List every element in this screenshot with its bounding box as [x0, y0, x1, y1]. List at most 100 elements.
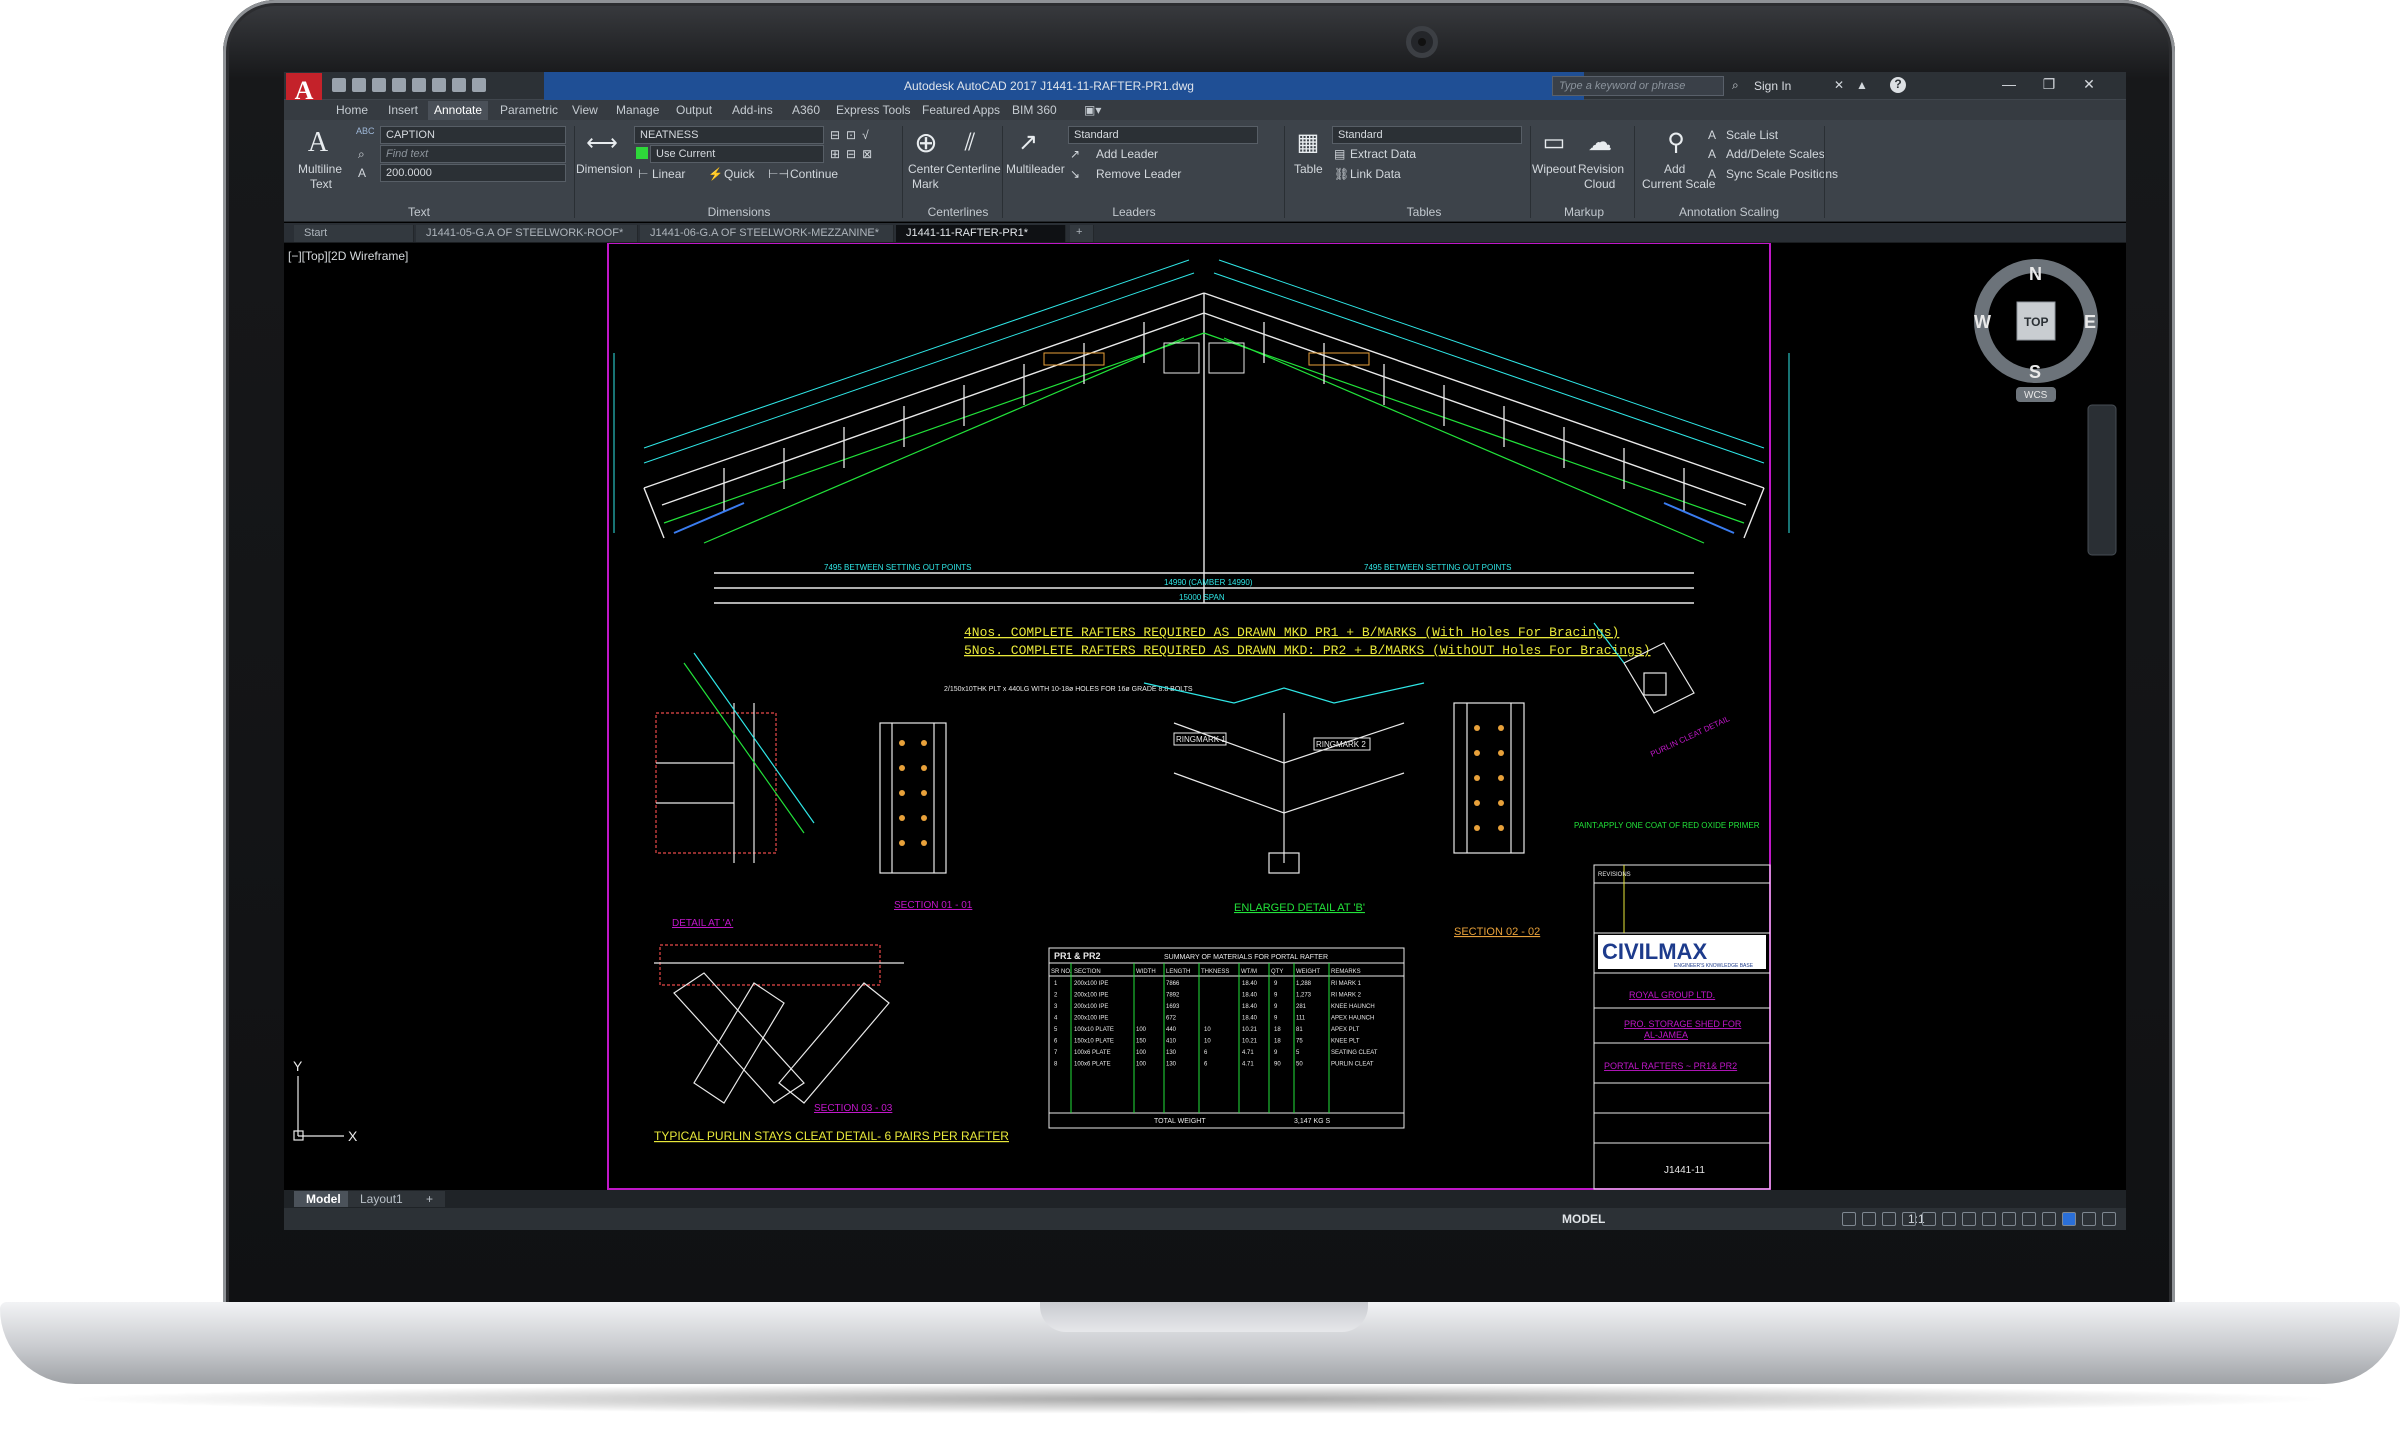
add-delete-scales-button[interactable]: Add/Delete Scales: [1726, 147, 1825, 161]
revision-cloud-label-2[interactable]: Cloud: [1584, 177, 1615, 191]
centerline-icon[interactable]: ⫽: [952, 126, 988, 160]
autodesk-app-icon[interactable]: ▲: [1856, 78, 1868, 92]
wipeout-icon[interactable]: ▭: [1536, 126, 1572, 160]
tab-parametric[interactable]: Parametric: [500, 103, 558, 117]
text-style-dropdown[interactable]: CAPTION: [380, 126, 566, 144]
revision-cloud-label[interactable]: Revision: [1578, 162, 1624, 176]
leader-style-dropdown[interactable]: Standard: [1068, 126, 1258, 144]
sign-in-button[interactable]: Sign In: [1754, 79, 1791, 93]
tab-home[interactable]: Home: [336, 103, 368, 117]
dim-tools-icons[interactable]: ⊟⊡√: [830, 128, 875, 142]
exchange-icon[interactable]: ✕: [1834, 78, 1844, 92]
undo-icon[interactable]: [432, 78, 446, 92]
drawing-viewport[interactable]: [−][Top][2D Wireframe] 7495 BETWEEN SETT…: [284, 243, 2126, 1190]
center-mark-icon[interactable]: ⊕: [908, 126, 944, 160]
clean-screen-icon[interactable]: [2082, 1212, 2096, 1226]
model-space-button[interactable]: MODEL: [1562, 1212, 1605, 1226]
centerlines-panel-label[interactable]: Centerlines: [908, 205, 1008, 219]
new-layout-button[interactable]: +: [414, 1191, 446, 1207]
dimensions-panel-label[interactable]: Dimensions: [664, 205, 814, 219]
print-icon[interactable]: [412, 78, 426, 92]
annotation-scaling-panel-label[interactable]: Annotation Scaling: [1644, 205, 1814, 219]
dimension-icon[interactable]: ⟷: [584, 126, 620, 160]
isolate-icon[interactable]: [2042, 1212, 2056, 1226]
tab-insert[interactable]: Insert: [388, 103, 418, 117]
redo-icon[interactable]: [452, 78, 466, 92]
revision-cloud-icon[interactable]: ☁: [1582, 126, 1618, 160]
doc-tab-mezzanine[interactable]: J1441-06-G.A OF STEELWORK-MEZZANINE*: [640, 225, 894, 242]
multiline-text-label[interactable]: Multiline: [298, 162, 342, 176]
ortho-icon[interactable]: [1882, 1212, 1896, 1226]
link-data-button[interactable]: Link Data: [1350, 167, 1401, 181]
tab-model[interactable]: Model: [294, 1191, 353, 1207]
otrack-icon[interactable]: [1942, 1212, 1956, 1226]
multileader-icon[interactable]: ↗: [1010, 126, 1046, 160]
close-button[interactable]: ✕: [2074, 76, 2104, 96]
minimize-button[interactable]: —: [1994, 76, 2024, 96]
new-icon[interactable]: [332, 78, 346, 92]
tab-annotate[interactable]: Annotate: [428, 101, 489, 120]
continue-button[interactable]: Continue: [790, 167, 838, 181]
text-height-input[interactable]: 200.0000: [380, 164, 566, 182]
center-mark-label-2[interactable]: Mark: [912, 177, 939, 191]
quick-button[interactable]: Quick: [724, 167, 755, 181]
wipeout-label[interactable]: Wipeout: [1532, 162, 1576, 176]
dim-tools-icons-2[interactable]: ⊞⊟⊠: [830, 147, 878, 161]
tab-featured-apps[interactable]: Featured Apps: [922, 103, 1000, 117]
text-label[interactable]: Text: [310, 177, 332, 191]
dim-layer-dropdown[interactable]: Use Current: [650, 145, 824, 163]
workspace-icon[interactable]: [472, 78, 486, 92]
tab-bim360[interactable]: BIM 360: [1012, 103, 1057, 117]
current-scale-label[interactable]: Current Scale: [1642, 177, 1715, 191]
remove-leader-button[interactable]: Remove Leader: [1096, 167, 1181, 181]
workspace-gear-icon[interactable]: [2002, 1212, 2016, 1226]
tab-output[interactable]: Output: [676, 103, 712, 117]
help-icon[interactable]: ?: [1890, 77, 1906, 93]
annotation-visibility-icon[interactable]: [1982, 1212, 1996, 1226]
table-style-dropdown[interactable]: Standard: [1332, 126, 1522, 144]
add-scale-label[interactable]: Add: [1664, 162, 1685, 176]
dimension-label[interactable]: Dimension: [576, 162, 633, 176]
tab-a360[interactable]: A360: [792, 103, 820, 117]
saveas-icon[interactable]: [392, 78, 406, 92]
hardware-accel-icon[interactable]: [2062, 1212, 2076, 1226]
plus-icon[interactable]: [2022, 1212, 2036, 1226]
tab-view[interactable]: View: [572, 103, 598, 117]
maximize-button[interactable]: ❐: [2034, 76, 2064, 96]
save-icon[interactable]: [372, 78, 386, 92]
extract-data-button[interactable]: Extract Data: [1350, 147, 1416, 161]
new-tab-button[interactable]: +: [1070, 225, 1094, 242]
center-mark-label[interactable]: Center: [908, 162, 944, 176]
grid-icon[interactable]: [1842, 1212, 1856, 1226]
find-text-input[interactable]: Find text: [380, 145, 566, 163]
sync-scale-button[interactable]: Sync Scale Positions: [1726, 167, 1838, 181]
tab-manage[interactable]: Manage: [616, 103, 659, 117]
polar-icon[interactable]: [1902, 1212, 1916, 1226]
table-icon[interactable]: ▦: [1290, 126, 1326, 160]
osnap-icon[interactable]: [1922, 1212, 1936, 1226]
tab-express-tools[interactable]: Express Tools: [836, 103, 910, 117]
binoculars-icon[interactable]: ⌕: [1732, 78, 1739, 93]
add-leader-button[interactable]: Add Leader: [1096, 147, 1158, 161]
linear-button[interactable]: Linear: [652, 167, 685, 181]
leaders-panel-label[interactable]: Leaders: [1074, 205, 1194, 219]
markup-panel-label[interactable]: Markup: [1534, 205, 1634, 219]
open-icon[interactable]: [352, 78, 366, 92]
table-label[interactable]: Table: [1294, 162, 1323, 176]
doc-tab-start[interactable]: Start: [294, 225, 414, 242]
doc-tab-roof[interactable]: J1441-05-G.A OF STEELWORK-ROOF*: [416, 225, 638, 242]
tab-layout1[interactable]: Layout1: [348, 1191, 415, 1207]
tables-panel-label[interactable]: Tables: [1374, 205, 1474, 219]
doc-tab-rafter[interactable]: J1441-11-RAFTER-PR1*: [896, 225, 1066, 242]
text-panel-label[interactable]: Text: [344, 205, 494, 219]
multiline-text-icon[interactable]: A: [300, 126, 336, 160]
scale-list-button[interactable]: Scale List: [1726, 128, 1778, 142]
snap-icon[interactable]: [1862, 1212, 1876, 1226]
search-input[interactable]: Type a keyword or phrase: [1552, 76, 1724, 96]
dim-style-dropdown[interactable]: NEATNESS: [634, 126, 824, 144]
lineweight-icon[interactable]: [1962, 1212, 1976, 1226]
tab-addins[interactable]: Add-ins: [732, 103, 773, 117]
video-icon[interactable]: ▣▾: [1084, 103, 1101, 117]
multileader-label[interactable]: Multileader: [1006, 162, 1065, 176]
centerline-label[interactable]: Centerline: [946, 162, 1001, 176]
